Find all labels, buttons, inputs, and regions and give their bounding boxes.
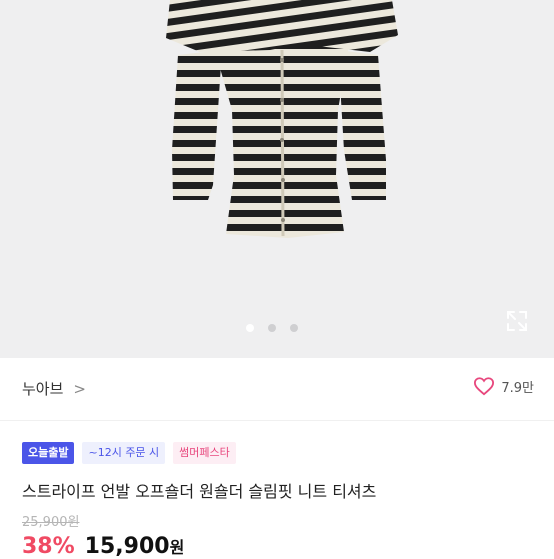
- pagination-dot-active[interactable]: [246, 324, 254, 332]
- expand-button[interactable]: [503, 307, 531, 335]
- sale-price: 15,900: [84, 534, 170, 559]
- badge-list: 오늘출발 ~12시 주문 시 썸머페스타: [22, 442, 236, 464]
- brand-name: 누아브: [22, 380, 64, 398]
- brand-row: 누아브 > 7.9만: [0, 358, 554, 421]
- event-badge: 썸머페스타: [173, 442, 236, 464]
- like-button[interactable]: 7.9만: [473, 376, 534, 396]
- chevron-right-icon: >: [73, 379, 86, 398]
- currency-unit: 원: [169, 538, 185, 557]
- pagination-dot[interactable]: [268, 324, 276, 332]
- product-title: 스트라이프 언발 오프숄더 원숄더 슬림핏 니트 티셔츠: [22, 482, 377, 501]
- order-deadline-badge: ~12시 주문 시: [82, 442, 166, 464]
- today-shipping-badge: 오늘출발: [22, 442, 75, 464]
- like-count: 7.9만: [501, 380, 534, 396]
- expand-icon: [507, 311, 527, 331]
- heart-outline-icon: [474, 377, 495, 396]
- discount-rate: 38%: [22, 534, 75, 559]
- original-price: 25,900원: [22, 515, 80, 530]
- product-image: [166, 0, 398, 238]
- price-row: 38% 15,900 원: [22, 534, 184, 559]
- product-image-gallery[interactable]: [0, 0, 554, 358]
- gallery-pagination[interactable]: [246, 324, 298, 332]
- pagination-dot[interactable]: [290, 324, 298, 332]
- brand-link[interactable]: 누아브 >: [22, 378, 86, 399]
